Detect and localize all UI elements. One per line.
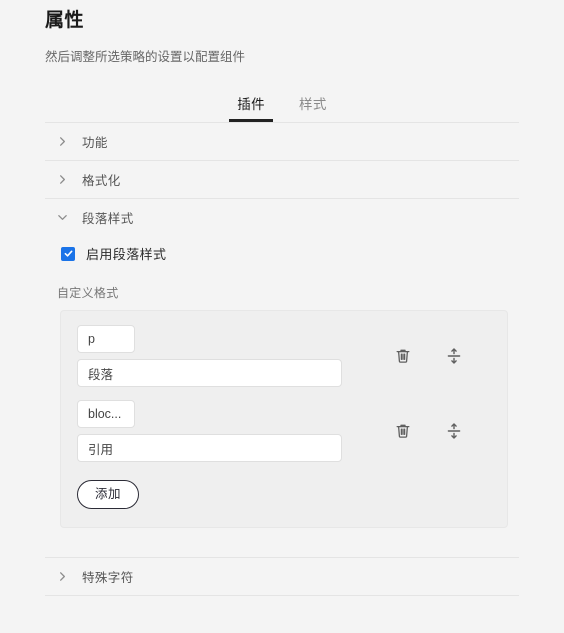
format-tag-input[interactable]: [77, 400, 135, 428]
move-vertical-icon[interactable]: [445, 347, 463, 365]
accordion-item-features: 功能: [45, 123, 519, 161]
panel-header: 属性 然后调整所选策略的设置以配置组件: [0, 0, 564, 66]
accordion-label-special-characters: 特殊字符: [82, 571, 134, 585]
enable-paragraph-styles-label: 启用段落样式: [86, 247, 167, 262]
accordion-label-formatting: 格式化: [82, 174, 121, 188]
format-name-input[interactable]: [77, 359, 342, 387]
accordion-header-formatting[interactable]: 格式化: [45, 161, 519, 198]
accordion: 功能 格式化 段落样式 启用段落样式 自定义格式 p 段落 bloc... 引用…: [45, 123, 519, 596]
custom-format-card: 添加: [60, 310, 508, 528]
format-row-fields: [77, 325, 342, 387]
tab-styles[interactable]: 样式: [295, 96, 331, 122]
accordion-label-features: 功能: [82, 136, 108, 150]
properties-panel: 属性 然后调整所选策略的设置以配置组件 插件 样式 功能 格式化 段落样式 启用…: [0, 0, 564, 633]
tab-plugins[interactable]: 插件: [229, 96, 273, 122]
format-row-actions: [342, 400, 491, 462]
format-name-input[interactable]: [77, 434, 342, 462]
card-bottom-spacer: [45, 528, 519, 539]
custom-format-label: 自定义格式: [57, 286, 119, 300]
enable-paragraph-styles-checkbox[interactable]: [61, 246, 75, 261]
chevron-right-icon: [57, 136, 68, 147]
tab-styles-label: 样式: [299, 97, 327, 112]
page-subtitle: 然后调整所选策略的设置以配置组件: [45, 50, 246, 64]
accordion-item-special-characters: 特殊字符: [45, 558, 519, 596]
accordion-header-features[interactable]: 功能: [45, 123, 519, 160]
chevron-right-icon: [57, 571, 68, 582]
add-format-button[interactable]: 添加: [77, 480, 140, 509]
chevron-right-icon: [57, 174, 68, 185]
accordion-header-special-characters[interactable]: 特殊字符: [45, 558, 519, 595]
accordion-item-paragraph-styles: 段落样式 启用段落样式 自定义格式 p 段落 bloc... 引用 添加: [45, 199, 519, 558]
format-row-fields: [77, 400, 342, 462]
trash-icon[interactable]: [394, 422, 412, 440]
format-row: [77, 325, 491, 387]
format-tag-input[interactable]: [77, 325, 135, 353]
paragraph-styles-body: 启用段落样式 自定义格式 p 段落 bloc... 引用 添加: [45, 236, 519, 557]
accordion-header-paragraph-styles[interactable]: 段落样式: [45, 199, 519, 236]
tab-bar: 插件 样式: [0, 88, 564, 122]
enable-paragraph-styles-row[interactable]: 启用段落样式: [45, 236, 519, 263]
tab-plugins-label: 插件: [237, 97, 265, 112]
page-title: 属性: [45, 10, 85, 31]
chevron-down-icon: [57, 212, 68, 223]
trash-icon[interactable]: [394, 347, 412, 365]
move-vertical-icon[interactable]: [445, 422, 463, 440]
checkmark-icon: [64, 250, 72, 257]
format-row-actions: [342, 325, 491, 387]
format-row: [77, 400, 491, 462]
accordion-label-paragraph-styles: 段落样式: [82, 212, 134, 226]
accordion-item-formatting: 格式化: [45, 161, 519, 199]
